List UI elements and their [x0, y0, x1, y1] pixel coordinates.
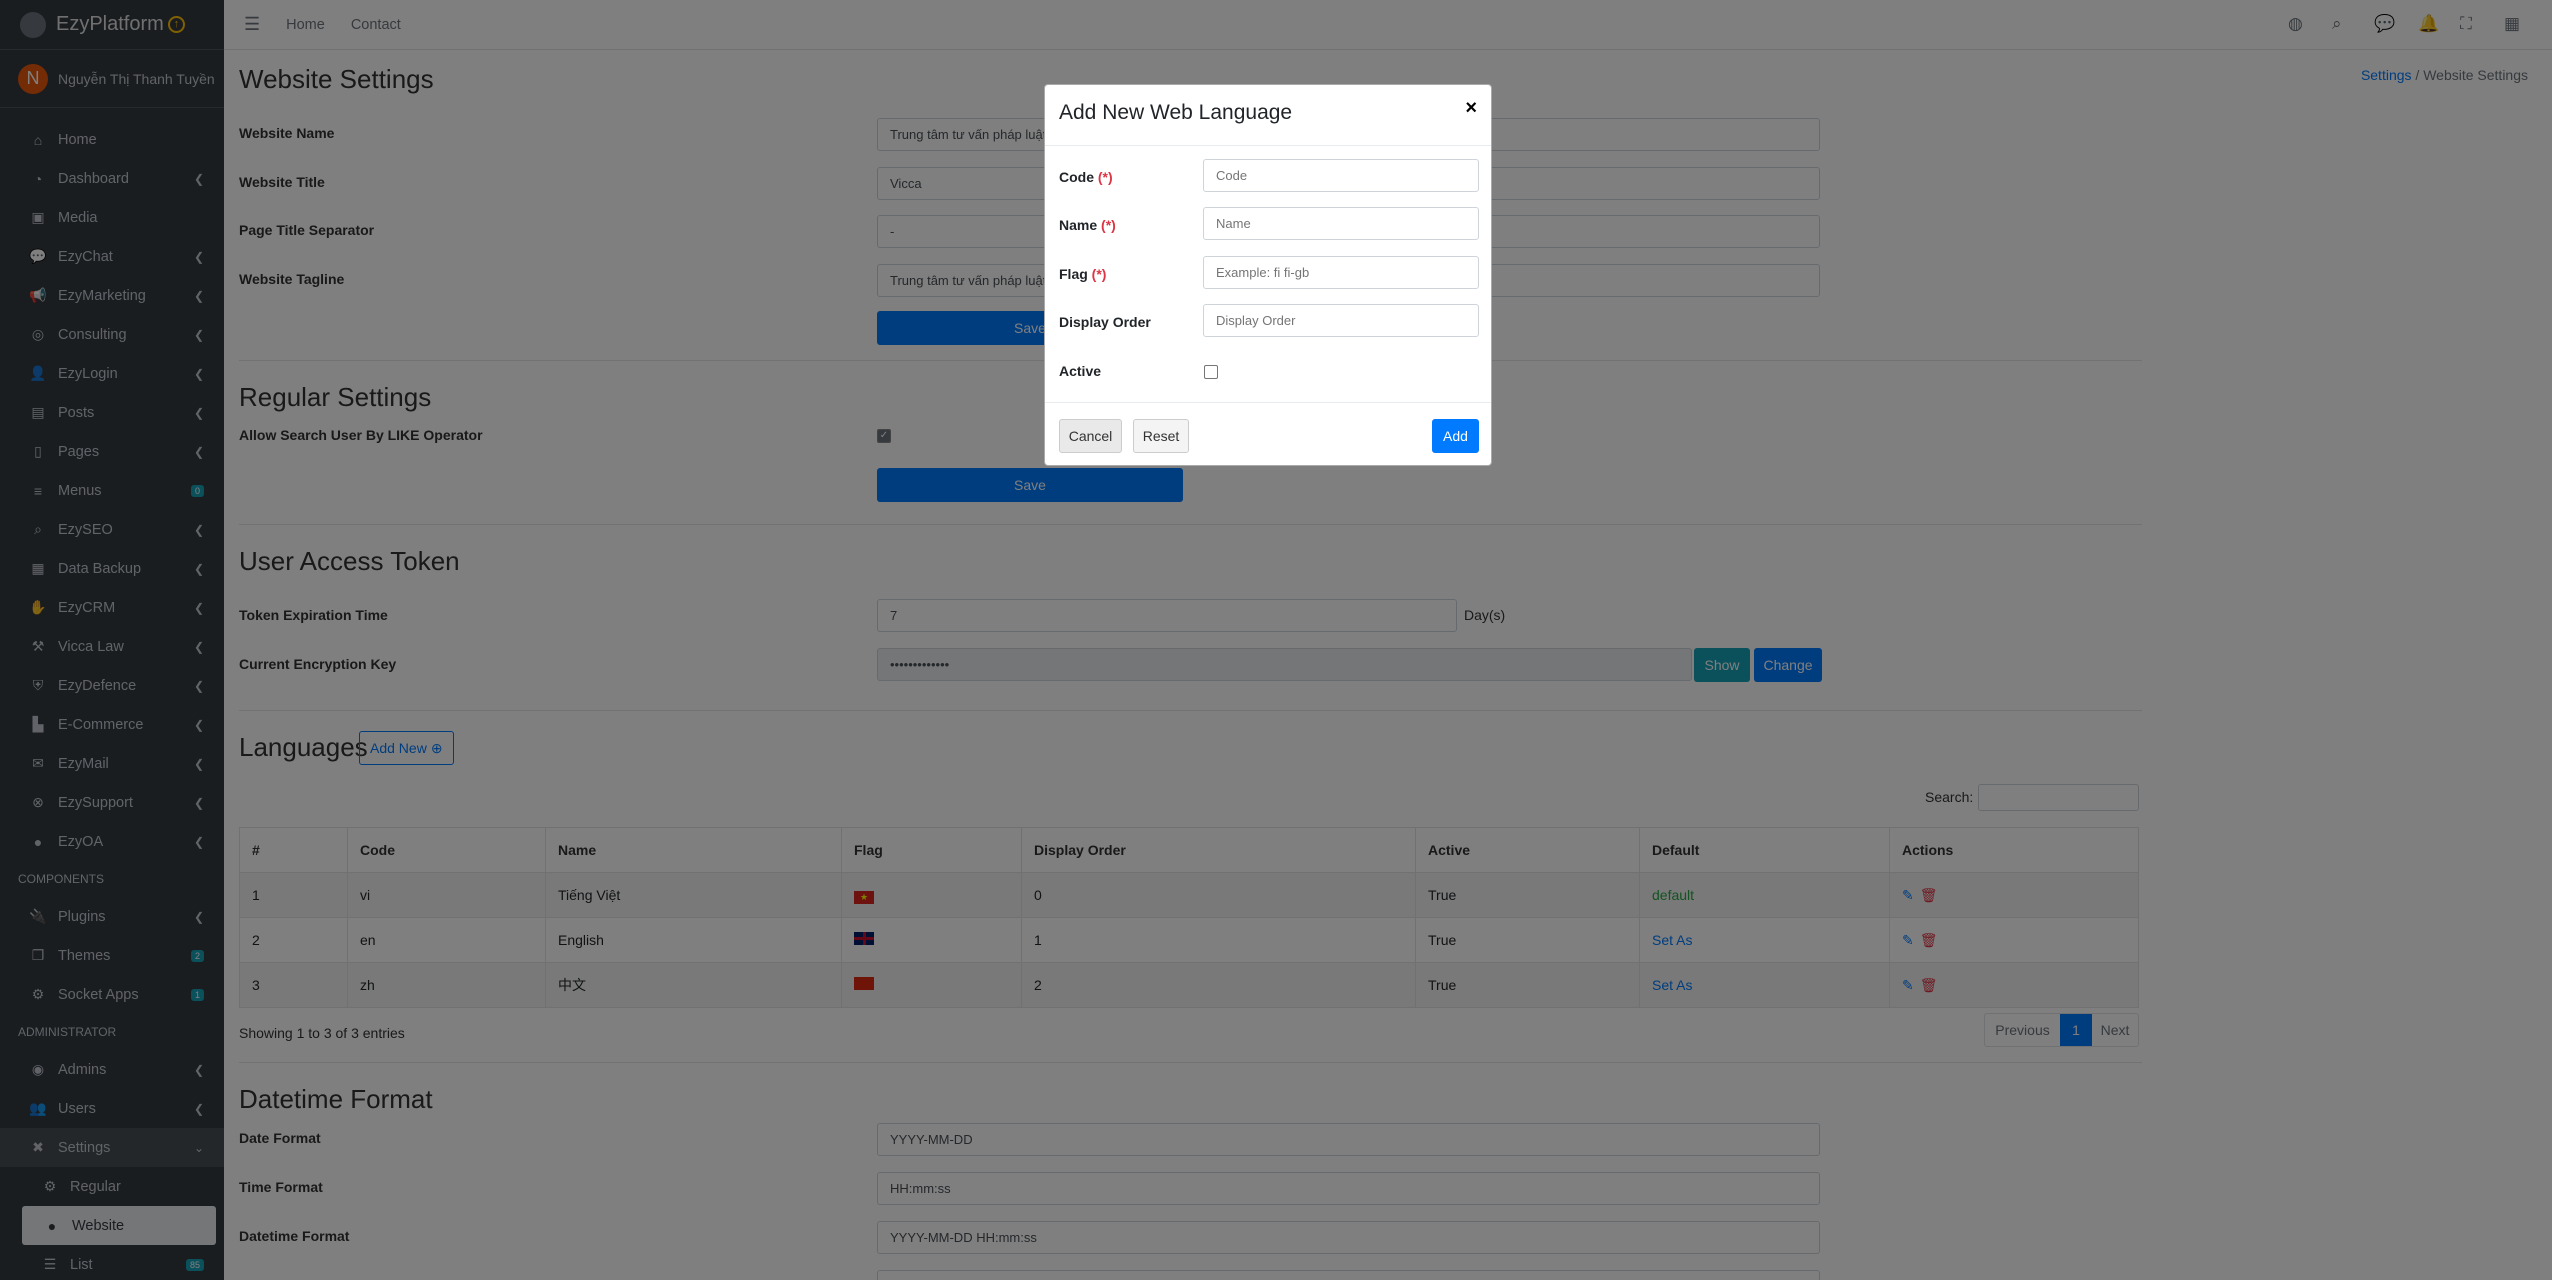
reset-button[interactable]: Reset [1133, 419, 1189, 453]
modal-title: Add New Web Language [1059, 101, 1293, 124]
add-button[interactable]: Add [1432, 419, 1479, 453]
flag-input[interactable] [1203, 256, 1479, 289]
required-mark: (*) [1091, 266, 1107, 282]
code-label: Code (*) [1059, 169, 1113, 185]
required-mark: (*) [1097, 169, 1113, 185]
name-input[interactable] [1203, 207, 1479, 240]
add-language-modal: Add New Web Language × Code (*) Name (*)… [1044, 84, 1492, 466]
active-label: Active [1059, 363, 1102, 379]
display-order-input[interactable] [1203, 304, 1479, 337]
required-mark: (*) [1101, 217, 1116, 233]
active-checkbox[interactable] [1204, 365, 1218, 379]
display-order-label: Display Order [1059, 314, 1151, 330]
code-input[interactable] [1203, 159, 1479, 192]
close-icon[interactable]: × [1465, 97, 1477, 120]
name-label-text: Name [1059, 217, 1098, 233]
flag-label: Flag (*) [1059, 266, 1106, 282]
modal-header-divider [1045, 145, 1491, 146]
code-label-text: Code [1059, 169, 1094, 185]
modal-footer-divider [1045, 402, 1491, 403]
cancel-button[interactable]: Cancel [1059, 419, 1122, 453]
flag-label-text: Flag [1059, 266, 1088, 282]
name-label: Name (*) [1059, 217, 1116, 233]
